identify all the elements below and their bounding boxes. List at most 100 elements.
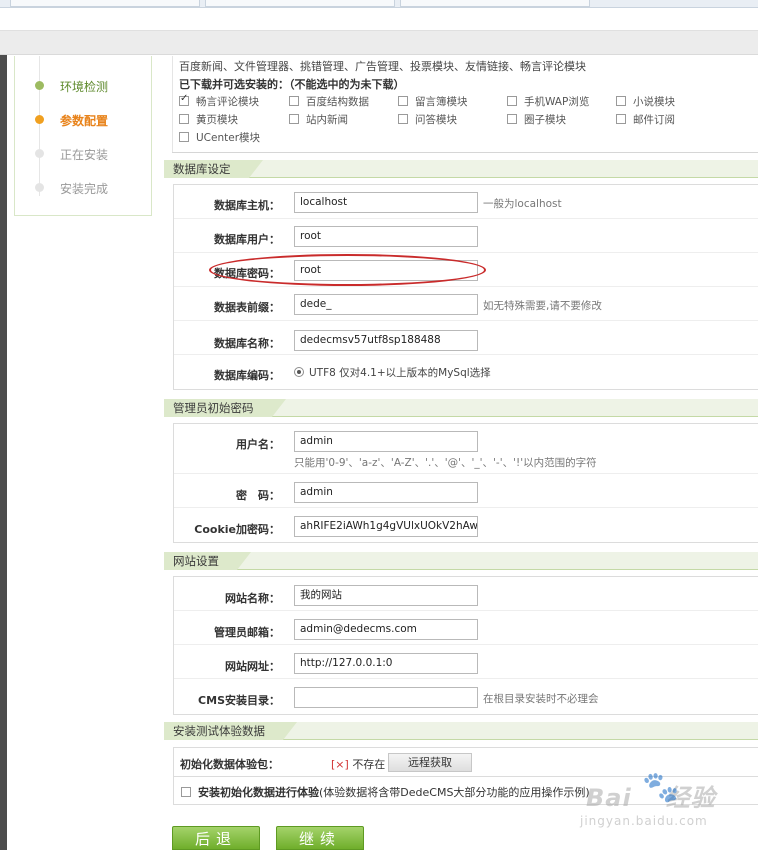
module-label: 站内新闻 (306, 114, 348, 126)
install-steps-panel: 环境检测 参数配置 正在安装 安装完成 (14, 56, 152, 216)
init-data-option[interactable]: 安装初始化数据进行体验(体验数据将含带DedeCMS大部分功能的应用操作示例) (181, 784, 590, 800)
not-found-icon: [×] (331, 758, 349, 771)
row-db-user: 数据库用户： root (174, 219, 758, 253)
row-site-url: 网站网址： http://127.0.0.1:0 (174, 645, 758, 679)
radio-selected-icon[interactable] (294, 367, 304, 377)
option-label: 安装初始化数据进行体验 (198, 786, 319, 799)
remote-fetch-button[interactable]: 远程获取 (388, 753, 472, 772)
paw-icon: 🐾 (642, 770, 680, 805)
field-label: 用户名： (236, 438, 280, 451)
module-option[interactable]: 百度结构数据 (289, 94, 369, 110)
row-db-prefix: 数据表前缀： dede_ 如无特殊需要,请不要修改 (174, 287, 758, 321)
field-label: 密 码： (236, 489, 280, 502)
site-name-input[interactable]: 我的网站 (294, 585, 478, 606)
row-db-name: 数据库名称： dedecmsv57utf8sp188488 (174, 321, 758, 355)
field-hint: 在根目录安装时不必理会 (483, 693, 599, 705)
modules-divider (172, 152, 758, 153)
next-button[interactable]: 继续 (276, 826, 364, 850)
section-title: 网站设置 (164, 552, 251, 570)
db-user-input[interactable]: root (294, 226, 478, 247)
package-status: [×] 不存在 (331, 756, 385, 772)
section-header-site: 网站设置 (164, 552, 758, 570)
field-hint: 只能用'0-9'、'a-z'、'A-Z'、'.'、'@'、'_'、'-'、'!'… (294, 457, 597, 469)
option-note: (体验数据将含带DedeCMS大部分功能的应用操作示例) (319, 786, 590, 799)
module-label: 百度结构数据 (306, 96, 369, 108)
step-complete: 安装完成 (15, 177, 151, 197)
section-header-database: 数据库设定 (164, 160, 758, 178)
module-option[interactable]: 小说模块 (616, 94, 675, 110)
database-form: 数据库主机： localhost 一般为localhost 数据库用户： roo… (173, 184, 758, 390)
site-form: 网站名称： 我的网站 管理员邮箱： admin@dedecms.com 网站网址… (173, 576, 758, 715)
module-option[interactable]: 圈子模块 (507, 112, 566, 128)
module-option[interactable]: 畅言评论模块 (179, 93, 259, 110)
row-site-name: 网站名称： 我的网站 (174, 577, 758, 611)
step-dot-icon (35, 149, 44, 158)
highlight-ellipse (209, 254, 486, 286)
module-label: 邮件订阅 (633, 114, 675, 126)
checkbox-icon[interactable] (179, 132, 189, 142)
row-db-host: 数据库主机： localhost 一般为localhost (174, 185, 758, 219)
step-env-check: 环境检测 (15, 75, 151, 95)
module-option[interactable]: 站内新闻 (289, 112, 348, 128)
admin-username-input[interactable]: admin (294, 431, 478, 452)
window-left-edge (0, 55, 7, 850)
row-admin-email: 管理员邮箱： admin@dedecms.com (174, 611, 758, 645)
step-installing: 正在安装 (15, 143, 151, 163)
checkbox-icon[interactable] (179, 114, 189, 124)
module-label: UCenter模块 (196, 132, 261, 144)
row-db-charset: 数据库编码： UTF8 仅对4.1+以上版本的MySql选择 (174, 355, 758, 389)
module-option[interactable]: 留言簿模块 (398, 94, 468, 110)
field-label: 网站网址： (225, 660, 280, 673)
install-dir-input[interactable] (294, 687, 478, 708)
browser-tab-strip (0, 0, 758, 8)
module-option[interactable]: 黄页模块 (179, 112, 238, 128)
db-prefix-input[interactable]: dede_ (294, 294, 478, 315)
browser-tab[interactable] (205, 0, 395, 7)
field-label: 数据库主机： (214, 199, 280, 212)
field-label: 初始化数据体验包： (180, 758, 279, 771)
cookie-key-input[interactable]: ahRIFE2iAWh1g4gVUlxUOkV2hAw1 (294, 516, 478, 537)
db-host-input[interactable]: localhost (294, 192, 478, 213)
module-label: 黄页模块 (196, 114, 238, 126)
checkbox-icon[interactable] (507, 114, 517, 124)
checkbox-icon[interactable] (398, 114, 408, 124)
browser-tab[interactable] (10, 0, 200, 7)
browser-tab[interactable] (400, 0, 590, 7)
checkbox-icon[interactable] (398, 96, 408, 106)
field-hint: 一般为localhost (483, 198, 562, 210)
db-name-input[interactable]: dedecmsv57utf8sp188488 (294, 330, 478, 351)
row-install-dir: CMS安装目录： 在根目录安装时不必理会 (174, 679, 758, 713)
step-params: 参数配置 (15, 109, 151, 129)
module-option[interactable]: 问答模块 (398, 112, 457, 128)
admin-email-input[interactable]: admin@dedecms.com (294, 619, 478, 640)
step-dot-icon (35, 81, 44, 90)
checkbox-icon[interactable] (616, 96, 626, 106)
section-title: 数据库设定 (164, 160, 262, 178)
modules-heading: 已下载并可选安装的：（不能选中的为未下载） (179, 78, 405, 91)
module-option[interactable]: 邮件订阅 (616, 112, 675, 128)
checkbox-icon[interactable] (507, 96, 517, 106)
checkbox-icon[interactable] (616, 114, 626, 124)
field-label: 数据库编码： (214, 369, 280, 382)
module-option[interactable]: 手机WAP浏览 (507, 94, 589, 110)
module-label: 圈子模块 (524, 114, 566, 126)
module-label: 小说模块 (633, 96, 675, 108)
checkbox-icon[interactable] (289, 114, 299, 124)
step-label: 环境检测 (60, 80, 109, 94)
field-label: 数据库用户： (214, 233, 280, 246)
charset-label: UTF8 仅对4.1+以上版本的MySql选择 (309, 367, 491, 379)
checkbox-checked-icon[interactable] (179, 93, 189, 106)
checkbox-icon[interactable] (289, 96, 299, 106)
site-url-input[interactable]: http://127.0.0.1:0 (294, 653, 478, 674)
charset-option[interactable]: UTF8 仅对4.1+以上版本的MySql选择 (294, 365, 491, 380)
field-label: 数据库名称： (214, 337, 280, 350)
row-cookie-key: Cookie加密码： ahRIFE2iAWh1g4gVUlxUOkV2hAw1 (174, 508, 758, 542)
checkbox-icon[interactable] (181, 787, 191, 797)
modules-intro-text: 百度新闻、文件管理器、挑错管理、广告管理、投票模块、友情链接、畅言评论模块 (179, 60, 586, 73)
admin-password-input[interactable]: admin (294, 482, 478, 503)
step-label: 安装完成 (60, 182, 109, 196)
baidu-jingyan-watermark: Bai 经验 🐾 jingyan.baidu.com (580, 768, 750, 838)
back-button[interactable]: 后退 (172, 826, 260, 850)
module-option[interactable]: UCenter模块 (179, 130, 260, 146)
row-admin-password: 密 码： admin (174, 474, 758, 508)
